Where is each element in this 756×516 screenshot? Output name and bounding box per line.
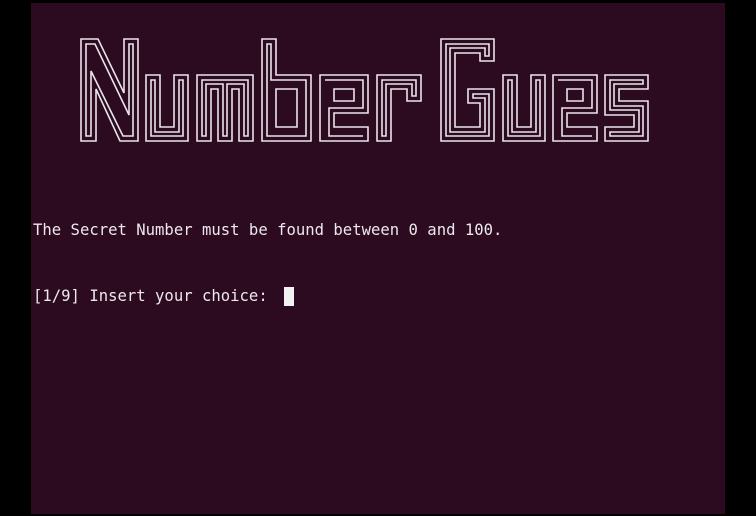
window-frame: The Secret Number must be found between … — [0, 0, 756, 516]
banner-letter-s — [604, 74, 649, 142]
banner-letter-u-2 — [502, 74, 546, 142]
terminal-output: The Secret Number must be found between … — [33, 175, 502, 351]
ascii-banner-title — [76, 31, 681, 149]
banner-letter-u — [145, 74, 189, 142]
banner-letter-n — [80, 38, 139, 142]
banner-letter-e-2 — [552, 74, 598, 142]
banner-letter-g — [440, 38, 495, 142]
banner-letter-e — [319, 74, 369, 142]
banner-letter-m — [196, 74, 254, 142]
range-message: The Secret Number must be found between … — [33, 221, 503, 239]
guess-prompt-line[interactable]: [1/9] Insert your choice: — [33, 285, 502, 307]
banner-letter-b — [261, 38, 312, 142]
guess-prompt: [1/9] Insert your choice: — [33, 287, 278, 305]
banner-letter-r — [376, 74, 422, 142]
text-cursor — [284, 286, 295, 306]
terminal-screen[interactable]: The Secret Number must be found between … — [31, 3, 725, 514]
